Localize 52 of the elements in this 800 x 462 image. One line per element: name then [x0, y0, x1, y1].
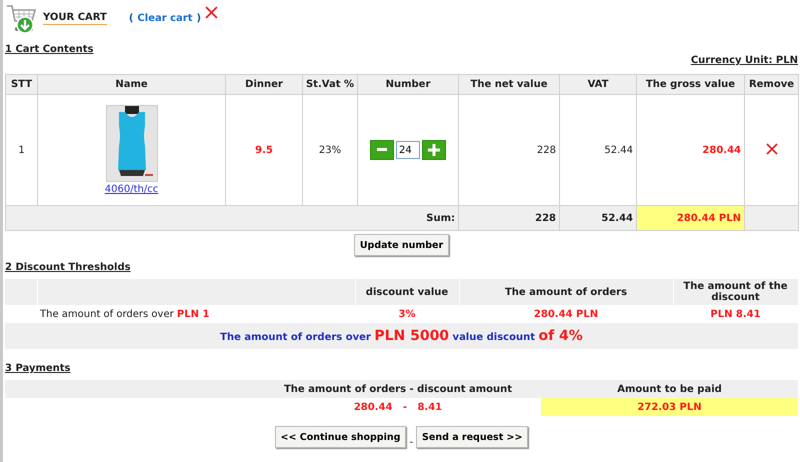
table-cell: 52.44: [560, 94, 636, 206]
column-header: Dinner: [226, 74, 302, 94]
clear-icon[interactable]: [205, 6, 218, 19]
calculation-cell: 280.44 - 8.41: [255, 398, 541, 416]
table-cell: PLN 8.41: [673, 305, 798, 323]
column-header: The amount of orders - discount amount: [255, 380, 541, 398]
currency-label: Currency Unit: PLN: [690, 55, 798, 66]
table-cell: 228: [458, 206, 560, 230]
threshold-label: The amount of orders over PLN 1: [37, 305, 355, 323]
plus-icon: [428, 144, 440, 156]
table-cell: 280.44: [636, 94, 744, 206]
column-header: The amount of the discount: [673, 279, 798, 305]
column-header: Name: [38, 74, 226, 94]
product-link[interactable]: 4060/th/cc: [104, 184, 158, 195]
close-paren: ): [196, 13, 202, 24]
sum-total: 280.44 PLN: [636, 206, 744, 230]
table-cell: 280.44 PLN: [459, 305, 673, 323]
table-cell: 52.44: [560, 206, 636, 230]
sum-label: Sum:: [6, 206, 458, 230]
button-separator: -: [409, 436, 414, 448]
column-header: discount value: [355, 279, 459, 305]
column-header: St.Vat %: [302, 74, 358, 94]
column-header: STT: [6, 74, 38, 94]
column-header: The amount of orders: [459, 279, 673, 305]
decrease-button[interactable]: [370, 140, 394, 160]
table-cell: 23%: [302, 94, 358, 206]
column-header: Remove: [744, 74, 798, 94]
send-request-button[interactable]: Send a request >>: [416, 426, 528, 448]
column-header: The net value: [458, 74, 560, 94]
column-header: Amount to be paid: [541, 380, 798, 398]
continue-shopping-button[interactable]: << Continue shopping: [274, 426, 406, 448]
table-cell: 3%: [355, 305, 459, 323]
table-cell: 228: [458, 94, 560, 206]
clear-cart-link[interactable]: Clear cart: [137, 13, 193, 24]
amount-due: 272.03 PLN: [541, 398, 798, 416]
table-cell: 1: [6, 94, 38, 206]
open-paren: (: [128, 13, 134, 24]
discount-note: The amount of orders over PLN 5000 value discount of 4%: [5, 323, 798, 349]
column-header: Number: [358, 74, 458, 94]
cart-icon: [5, 3, 39, 35]
column-header: VAT: [560, 74, 636, 94]
table-cell: 9.5: [226, 94, 302, 206]
page-title: YOUR CART: [43, 12, 107, 25]
minus-icon: [377, 148, 387, 152]
section-heading: 3 Payments: [5, 363, 72, 374]
column-header: The gross value: [636, 74, 744, 94]
increase-button[interactable]: [422, 140, 446, 160]
section-heading: 2 Discount Thresholds: [5, 262, 132, 273]
section-heading: 1 Cart Contents: [5, 44, 94, 55]
quantity-field[interactable]: 24: [396, 141, 420, 159]
remove-icon[interactable]: [766, 142, 778, 154]
update-button[interactable]: Update number: [354, 234, 450, 256]
